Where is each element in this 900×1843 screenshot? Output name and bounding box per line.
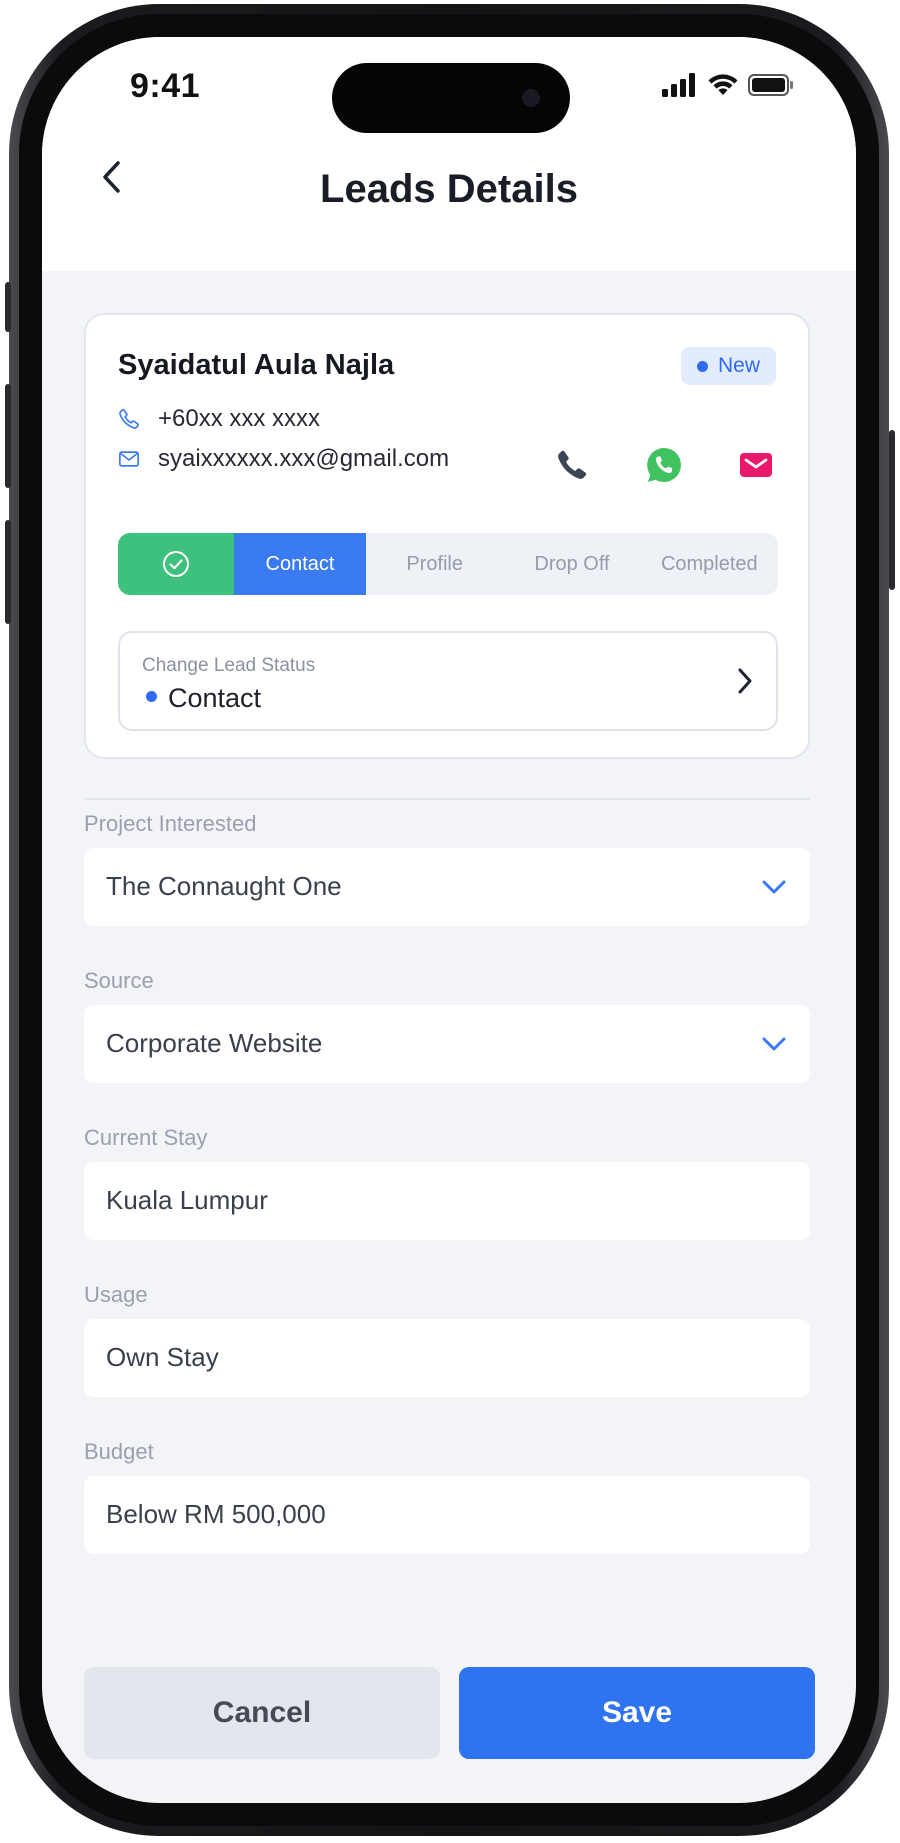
chevron-down-icon bbox=[762, 880, 786, 894]
whatsapp-button[interactable] bbox=[638, 439, 690, 491]
source-label: Source bbox=[84, 968, 154, 993]
status-time: 9:41 bbox=[130, 67, 201, 105]
lead-card: Syaidatul Aula Najla New +60xx xxx xxxx … bbox=[84, 313, 810, 759]
check-circle-icon bbox=[163, 551, 189, 577]
step-contact[interactable]: Contact bbox=[234, 533, 366, 595]
budget-input[interactable]: Below RM 500,000 bbox=[84, 1476, 810, 1554]
lead-status-value: Contact bbox=[168, 683, 262, 713]
current-stay-value: Kuala Lumpur bbox=[106, 1185, 268, 1215]
status-icons bbox=[662, 71, 794, 99]
divider bbox=[84, 798, 810, 800]
project-interested-select[interactable]: The Connaught One bbox=[84, 848, 810, 926]
volume-down-button bbox=[5, 520, 11, 624]
project-interested-value: The Connaught One bbox=[106, 871, 342, 901]
current-stay-input[interactable]: Kuala Lumpur bbox=[84, 1162, 810, 1240]
usage-value: Own Stay bbox=[106, 1342, 219, 1372]
budget-value: Below RM 500,000 bbox=[106, 1499, 326, 1529]
usage-label: Usage bbox=[84, 1282, 148, 1307]
step-profile[interactable]: Profile bbox=[366, 533, 503, 595]
usage-input[interactable]: Own Stay bbox=[84, 1319, 810, 1397]
silent-switch bbox=[5, 282, 11, 332]
step-completed[interactable]: Completed bbox=[641, 533, 778, 595]
lead-email: syaixxxxxx.xxx@gmail.com bbox=[158, 445, 450, 472]
badge-dot bbox=[696, 360, 708, 372]
camera-icon bbox=[522, 89, 540, 107]
phone-row: +60xx xxx xxxx bbox=[118, 405, 320, 433]
mail-outline-icon bbox=[119, 451, 139, 467]
source-value: Corporate Website bbox=[106, 1028, 323, 1058]
wifi-icon bbox=[708, 74, 738, 95]
project-interested-label: Project Interested bbox=[84, 811, 257, 836]
chevron-down-icon bbox=[762, 1037, 786, 1051]
signal-icon bbox=[662, 73, 695, 97]
step-done[interactable] bbox=[118, 533, 234, 595]
phone-icon bbox=[558, 450, 587, 479]
volume-up-button bbox=[5, 384, 11, 488]
mail-icon bbox=[740, 453, 772, 477]
call-button[interactable] bbox=[546, 439, 598, 491]
chevron-right-icon bbox=[738, 668, 752, 694]
lead-status-label: Change Lead Status bbox=[142, 655, 316, 676]
status-badge: New bbox=[680, 347, 776, 385]
source-select[interactable]: Corporate Website bbox=[84, 1005, 810, 1083]
cancel-button[interactable]: Cancel bbox=[84, 1667, 440, 1759]
dynamic-island bbox=[332, 63, 570, 133]
screen: 9:41 Leads Details Syaidatul Aula Najla … bbox=[42, 37, 856, 1803]
change-lead-status-select[interactable]: Change Lead Status Contact bbox=[118, 631, 778, 731]
lead-status-dot bbox=[146, 691, 157, 702]
phone-outline-icon bbox=[119, 408, 140, 429]
save-button[interactable]: Save bbox=[459, 1667, 815, 1759]
power-button bbox=[889, 430, 895, 590]
email-button[interactable] bbox=[730, 439, 782, 491]
email-row: syaixxxxxx.xxx@gmail.com bbox=[118, 445, 449, 473]
current-stay-label: Current Stay bbox=[84, 1125, 208, 1150]
header-area: 9:41 Leads Details bbox=[42, 37, 856, 271]
whatsapp-icon bbox=[647, 448, 681, 482]
badge-label: New bbox=[717, 354, 760, 377]
budget-label: Budget bbox=[84, 1439, 154, 1464]
battery-icon bbox=[748, 74, 793, 96]
lead-stage-stepper: Contact Profile Drop Off Completed bbox=[118, 533, 778, 595]
page-title: Leads Details bbox=[320, 167, 578, 211]
lead-name: Syaidatul Aula Najla bbox=[118, 349, 395, 381]
contact-actions bbox=[546, 439, 782, 491]
step-drop-off[interactable]: Drop Off bbox=[503, 533, 640, 595]
lead-phone: +60xx xxx xxxx bbox=[158, 405, 321, 432]
